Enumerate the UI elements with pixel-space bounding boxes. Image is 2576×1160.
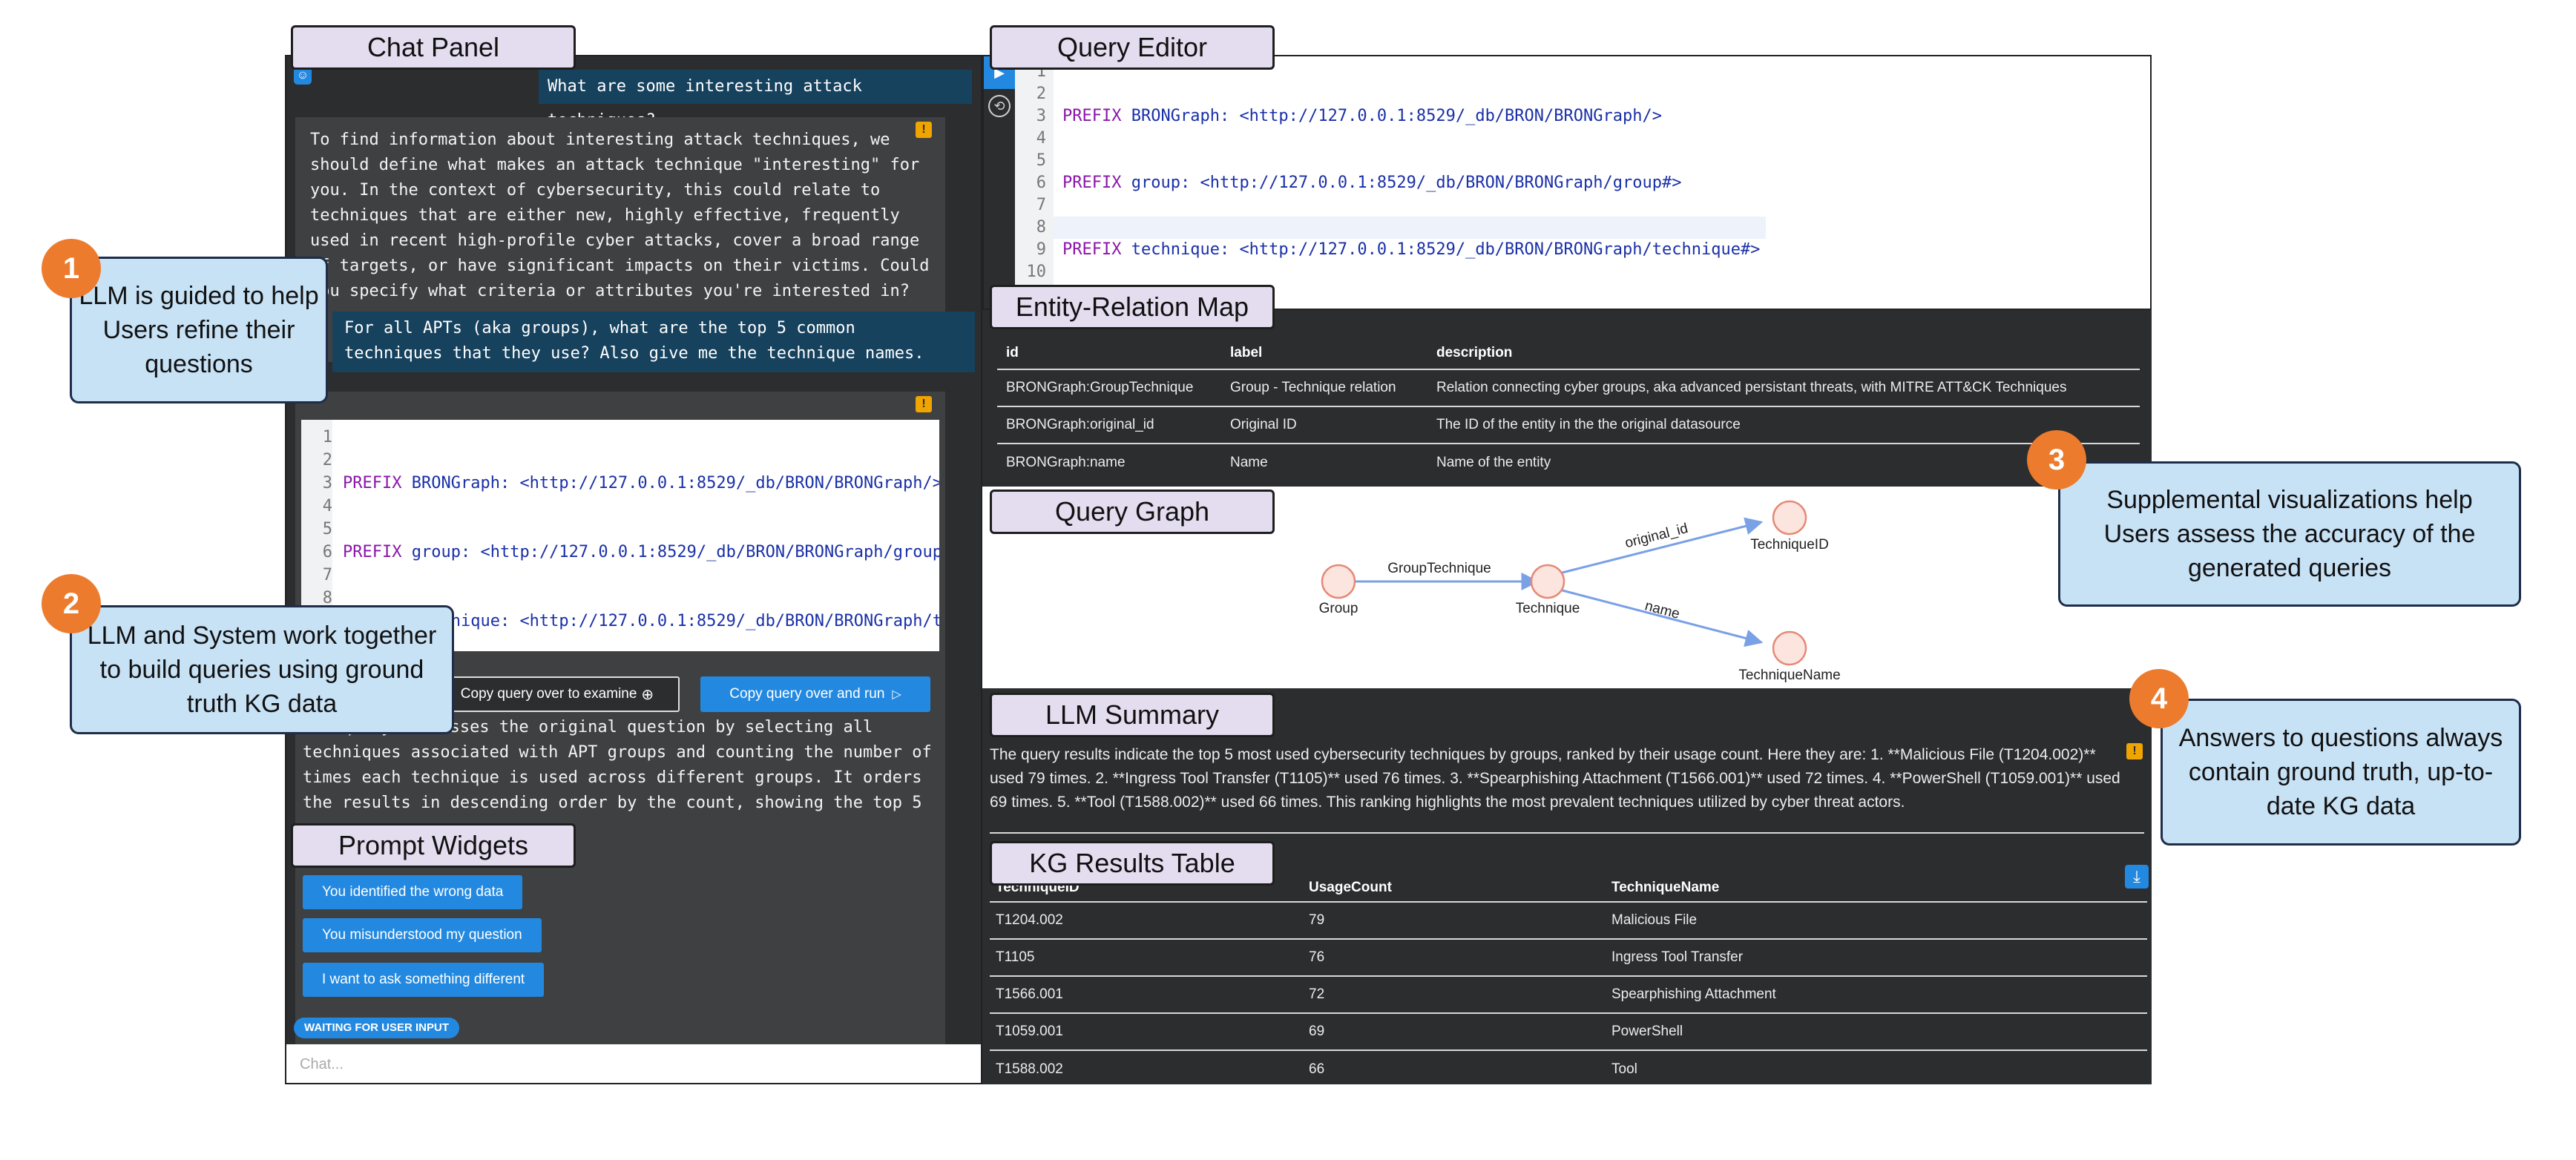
er-map-table: id label description BRONGraph:GroupTech… xyxy=(997,337,2140,481)
table-row[interactable]: BRONGraph:name Name Name of the entity xyxy=(997,443,2140,481)
edge-label: GroupTechnique xyxy=(1387,561,1491,576)
label-er-map: Entity-Relation Map xyxy=(990,285,1275,329)
col-technique-name: TechniqueName xyxy=(1611,879,1720,895)
callout-number-2: 2 xyxy=(42,574,101,633)
node-technique-id[interactable] xyxy=(1772,500,1807,535)
er-col-id: id xyxy=(1006,344,1019,360)
table-row[interactable]: T1566.001 72 Spearphishing Attachment xyxy=(990,975,2147,1013)
er-cell: Original ID xyxy=(1229,406,1436,444)
node-label: Group xyxy=(1319,601,1358,616)
query-editor[interactable]: ▶ ⟲ 1 2 3 4 5 6 7 8 9 10 PREFIX BRONGraph: <http:… xyxy=(982,55,2152,310)
callout-text: LLM and System work together to build qu… xyxy=(87,622,437,718)
label-llm-summary: LLM Summary xyxy=(990,693,1275,737)
result-cell: 79 xyxy=(1308,901,1611,939)
result-cell: T1588.002 xyxy=(990,1049,1308,1084)
widget-misunderstood[interactable]: You misunderstood my question xyxy=(303,918,542,952)
copy-query-run-button[interactable]: Copy query over and run ▷ xyxy=(700,676,930,712)
er-cell: BRONGraph:original_id xyxy=(997,406,1229,444)
label-chat-panel: Chat Panel xyxy=(291,25,576,70)
widget-ask-different[interactable]: I want to ask something different xyxy=(303,963,545,997)
result-cell: Ingress Tool Transfer xyxy=(1611,938,2147,976)
status-badge: WAITING FOR USER INPUT xyxy=(294,1018,459,1038)
er-cell: Name xyxy=(1229,443,1436,481)
result-cell: Tool xyxy=(1611,1049,2147,1084)
copy-examine-label: Copy query over to examine xyxy=(460,686,637,702)
callout-1: LLM is guided to help Users refine their… xyxy=(70,257,328,403)
callout-number-4: 4 xyxy=(2129,669,2189,728)
callout-4: Answers to questions always contain grou… xyxy=(2161,699,2521,846)
col-usage-count: UsageCount xyxy=(1309,879,1392,895)
er-col-label: label xyxy=(1230,344,1263,360)
editor-line-numbers: 1 2 3 4 5 6 7 8 9 10 xyxy=(1015,56,1054,309)
callout-number-1: 1 xyxy=(42,239,101,298)
result-cell: T1566.001 xyxy=(990,975,1308,1013)
result-cell: 76 xyxy=(1308,938,1611,976)
callout-3: Supplemental visualizations help Users a… xyxy=(2058,461,2521,607)
node-label: TechniqueID xyxy=(1750,537,1829,553)
kg-results-table: ⤓ TechniqueID UsageCount TechniqueName T… xyxy=(982,860,2152,1084)
callout-text: Supplemental visualizations help Users a… xyxy=(2103,486,2476,582)
label-query-editor: Query Editor xyxy=(990,25,1275,70)
edge-label: name xyxy=(1643,598,1681,622)
result-cell: T1059.001 xyxy=(990,1012,1308,1050)
result-cell: T1105 xyxy=(990,938,1308,976)
er-col-description: description xyxy=(1436,344,1513,360)
er-cell: The ID of the entity in the the original… xyxy=(1436,406,2140,444)
play-icon: ▷ xyxy=(892,688,901,701)
table-row[interactable]: BRONGraph:GroupTechnique Group - Techniq… xyxy=(997,369,2140,406)
label-query-graph: Query Graph xyxy=(990,490,1275,534)
results-table: TechniqueID UsageCount TechniqueName T12… xyxy=(990,874,2147,1084)
result-cell: T1204.002 xyxy=(990,901,1308,939)
editor-toolbar xyxy=(984,56,1015,309)
label-kg-results: KG Results Table xyxy=(990,841,1275,886)
er-cell: BRONGraph:name xyxy=(997,443,1229,481)
er-cell: BRONGraph:GroupTechnique xyxy=(997,369,1229,406)
copy-query-examine-button[interactable]: Copy query over to examine ⊕ xyxy=(435,676,680,712)
result-cell: Spearphishing Attachment xyxy=(1611,975,2147,1013)
editor-code[interactable]: PREFIX BRONGraph: <http://127.0.0.1:8529… xyxy=(1062,61,1780,309)
result-cell: 72 xyxy=(1308,975,1611,1013)
copy-run-label: Copy query over and run xyxy=(729,686,885,702)
result-cell: PowerShell xyxy=(1611,1012,2147,1050)
er-cell: Group - Technique relation xyxy=(1229,369,1436,406)
node-technique-name[interactable] xyxy=(1772,630,1807,666)
result-cell: 69 xyxy=(1308,1012,1611,1050)
callout-text: Answers to questions always contain grou… xyxy=(2178,724,2503,820)
table-row[interactable]: T1588.002 66 Tool xyxy=(990,1049,2147,1084)
summary-divider xyxy=(990,832,2144,834)
edge-label: original_id xyxy=(1623,521,1689,551)
node-label: Technique xyxy=(1516,601,1580,616)
callout-2: LLM and System work together to build qu… xyxy=(70,605,454,734)
table-row[interactable]: T1059.001 69 PowerShell xyxy=(990,1012,2147,1050)
chat-input-placeholder: Chat... xyxy=(300,1056,344,1072)
table-row[interactable]: BRONGraph:original_id Original ID The ID… xyxy=(997,406,2140,444)
result-cell: 66 xyxy=(1308,1049,1611,1084)
callout-number-3: 3 xyxy=(2027,430,2086,490)
entity-relation-map: id label description BRONGraph:GroupTech… xyxy=(982,310,2152,487)
node-label: TechniqueName xyxy=(1738,668,1840,683)
result-cell: Malicious File xyxy=(1611,901,2147,939)
er-map-header-row: id label description xyxy=(997,337,2140,369)
user-message-1: What are some interesting attack techniq… xyxy=(539,70,972,130)
label-prompt-widgets: Prompt Widgets xyxy=(291,823,576,868)
node-group[interactable] xyxy=(1321,564,1356,599)
table-row[interactable]: T1204.002 79 Malicious File xyxy=(990,901,2147,939)
magnifier-icon: ⊕ xyxy=(641,686,654,703)
table-row[interactable]: T1105 76 Ingress Tool Transfer xyxy=(990,938,2147,976)
chat-panel: ☺ What are some interesting attack techn… xyxy=(285,55,982,1084)
warning-icon[interactable]: ! xyxy=(916,122,932,138)
node-technique[interactable] xyxy=(1530,564,1565,599)
chat-input[interactable]: Chat... xyxy=(286,1044,981,1083)
warning-icon[interactable]: ! xyxy=(916,396,932,412)
history-icon[interactable]: ⟲ xyxy=(988,95,1011,117)
widget-wrong-data[interactable]: You identified the wrong data xyxy=(303,875,523,909)
er-cell: Relation connecting cyber groups, aka ad… xyxy=(1436,369,2140,406)
warning-icon[interactable]: ! xyxy=(2126,743,2143,759)
summary-text: The query results indicate the top 5 mos… xyxy=(990,746,2120,811)
callout-text: LLM is guided to help Users refine their… xyxy=(79,282,319,378)
user-message-2: For all APTs (aka groups), what are the … xyxy=(332,312,975,372)
